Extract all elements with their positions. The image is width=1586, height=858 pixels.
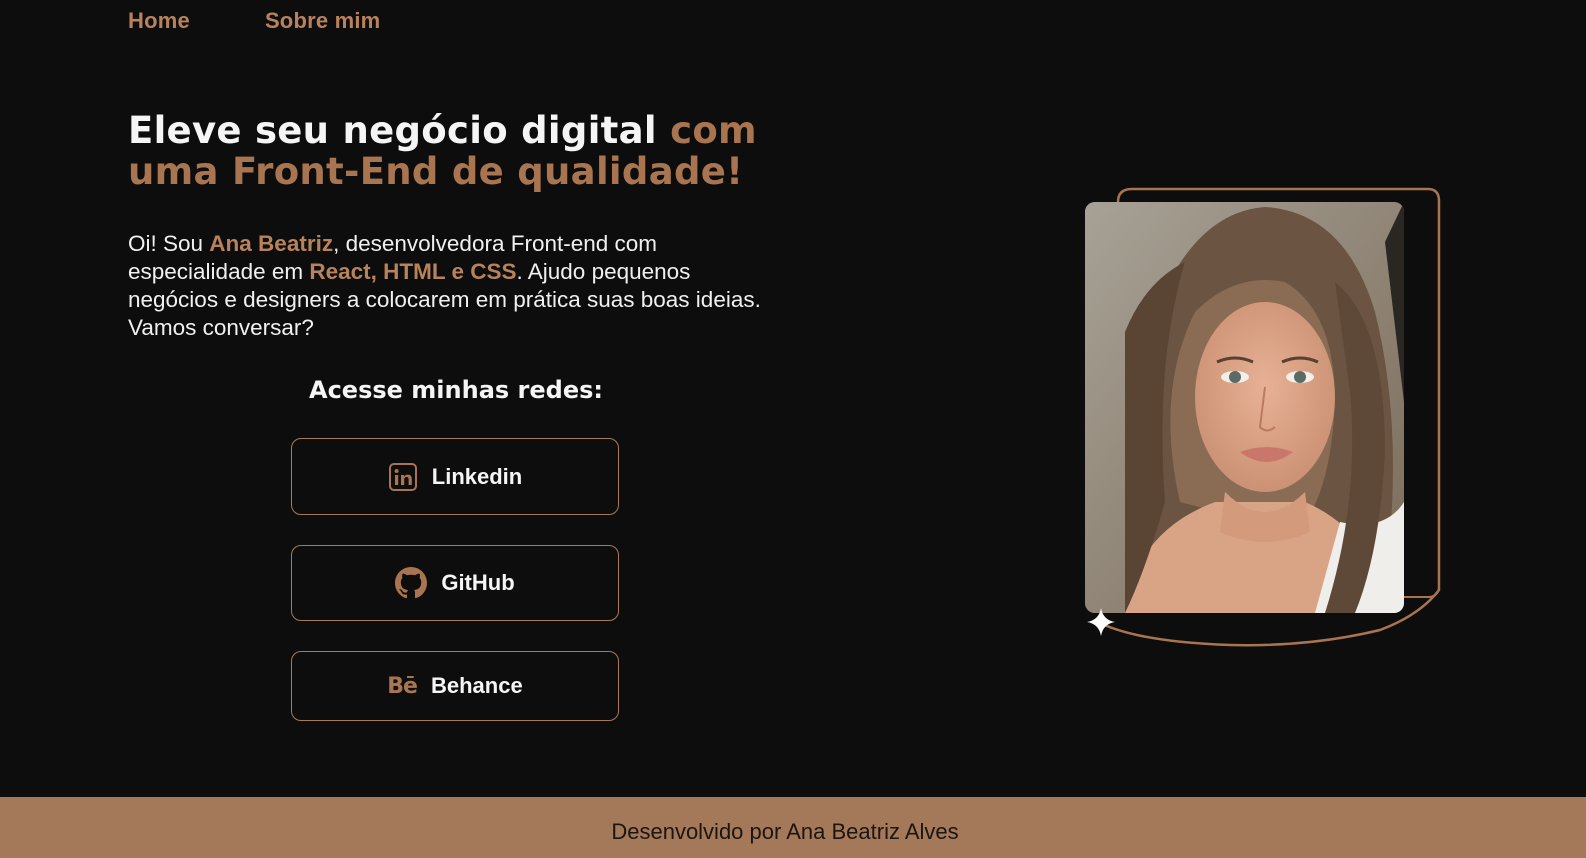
intro-text-1: Oi! Sou: [128, 231, 210, 256]
behance-button[interactable]: Bē Behance: [291, 651, 619, 721]
profile-photo: [1085, 202, 1404, 613]
behance-icon: Bē: [387, 673, 418, 699]
headline-accent-part-2: uma Front-End de qualidade!: [128, 150, 744, 193]
footer: Desenvolvido por Ana Beatriz Alves: [0, 797, 1586, 858]
github-button[interactable]: GitHub: [291, 545, 619, 621]
sparkle-icon: [1087, 608, 1115, 636]
nav-home-link[interactable]: Home: [128, 8, 190, 34]
linkedin-label: Linkedin: [431, 463, 523, 489]
hero-intro: Oi! Sou Ana Beatriz, desenvolvedora Fron…: [128, 230, 768, 342]
behance-label: Behance: [430, 673, 523, 698]
github-label: GitHub: [441, 570, 515, 595]
hero-headline: Eleve seu negócio digital com uma Front-E…: [128, 110, 828, 192]
headline-accent-part-1: com: [670, 109, 757, 152]
github-icon: [395, 567, 428, 599]
social-title: Acesse minhas redes:: [309, 376, 603, 404]
portrait-frame: [1080, 185, 1445, 655]
page: Home Sobre mim Eleve seu negócio digital…: [0, 0, 1586, 858]
nav-about-link[interactable]: Sobre mim: [265, 8, 381, 34]
linkedin-button[interactable]: Linkedin: [291, 438, 619, 515]
intro-skills: React, HTML e CSS: [309, 259, 517, 284]
footer-credit: Desenvolvido por Ana Beatriz Alves: [611, 819, 959, 844]
top-nav: Home Sobre mim: [128, 8, 380, 34]
intro-name: Ana Beatriz: [209, 231, 334, 256]
linkedin-icon: [388, 462, 418, 492]
headline-white-part: Eleve seu negócio digital: [128, 109, 671, 152]
